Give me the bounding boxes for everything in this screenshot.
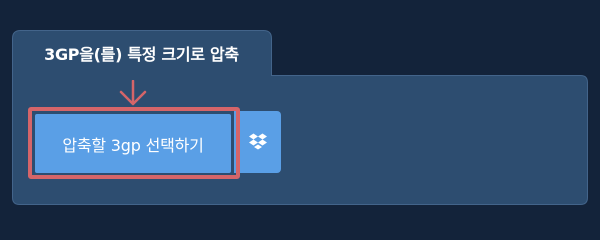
dropbox-icon bbox=[248, 133, 267, 150]
dropbox-button[interactable] bbox=[234, 111, 281, 173]
compress-panel: 3GP을(를) 특정 크기로 압축 압축할 3gp 선택하기 bbox=[0, 0, 600, 230]
arrow-down-icon bbox=[119, 80, 147, 106]
select-3gp-button[interactable]: 압축할 3gp 선택하기 bbox=[35, 114, 231, 173]
panel-title: 3GP을(를) 특정 크기로 압축 bbox=[44, 45, 239, 64]
